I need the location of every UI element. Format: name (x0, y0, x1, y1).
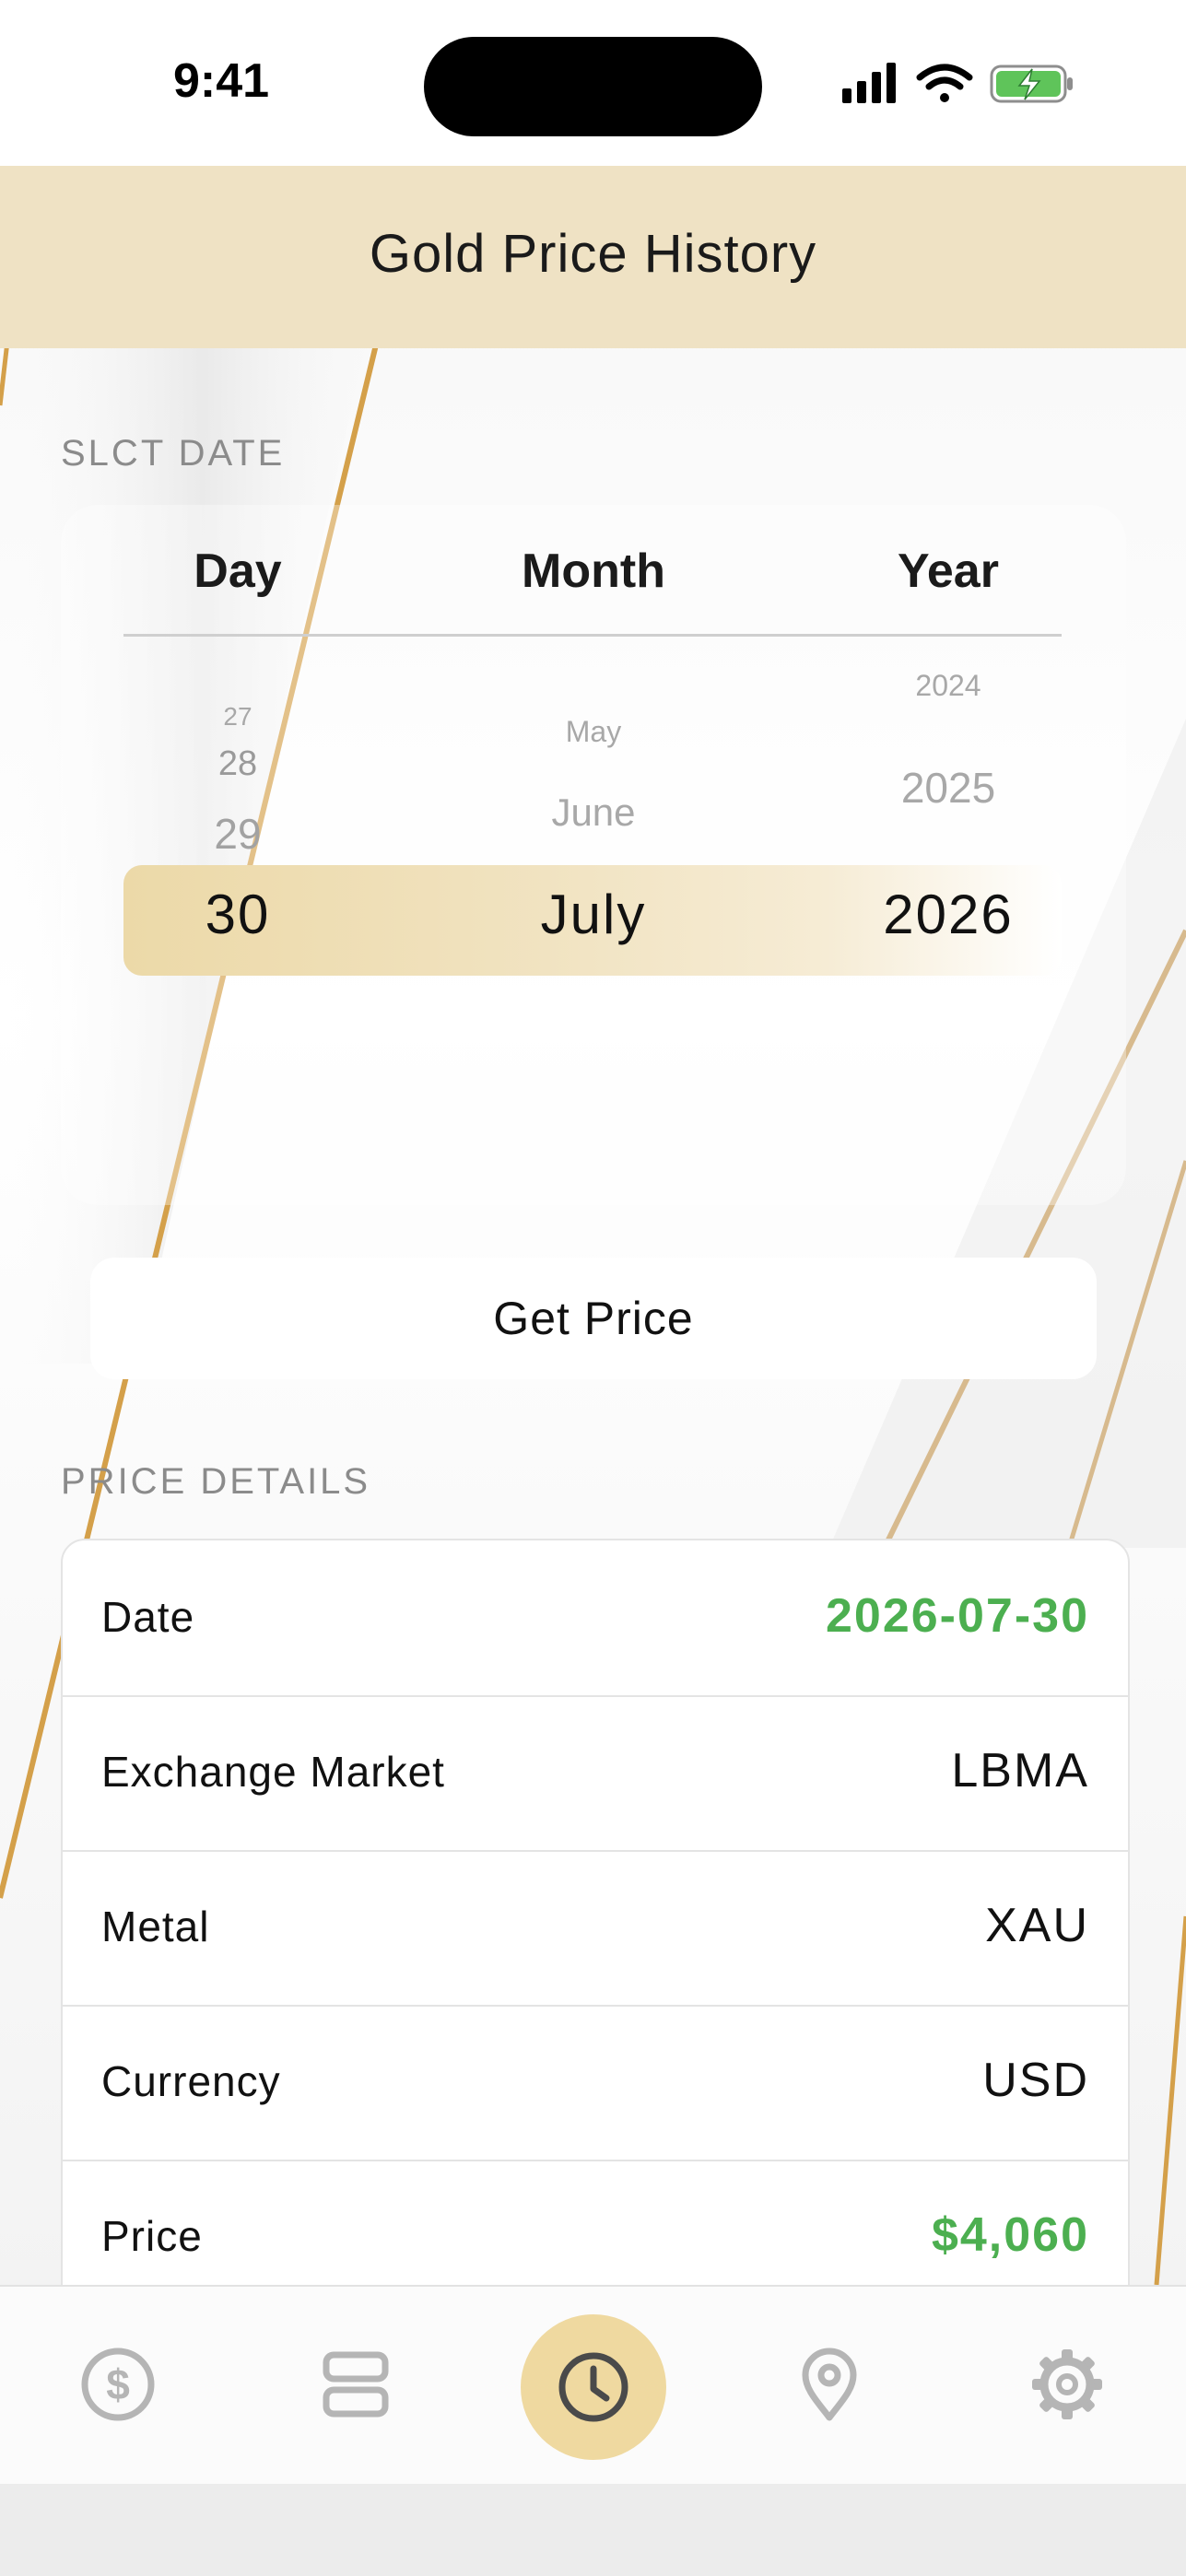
get-price-button[interactable]: Get Price (90, 1258, 1097, 1379)
clock-icon (558, 2352, 628, 2422)
status-icons (839, 55, 1078, 111)
app-screen: 9:41 Gold Price History SLCT DATE Day Mo… (0, 0, 1186, 2576)
detail-row-metal: Metal XAU (63, 1850, 1128, 2007)
price-details-label: PRICE DETAILS (61, 1461, 371, 1502)
location-pin-icon (802, 2348, 857, 2421)
dynamic-island (424, 37, 762, 136)
month-column-header: Month (522, 544, 665, 598)
home-indicator-area (0, 2484, 1186, 2576)
detail-value-currency: USD (982, 2054, 1089, 2107)
tab-history[interactable] (521, 2314, 666, 2460)
detail-value-metal: XAU (985, 1899, 1089, 1952)
selected-day[interactable]: 30 (100, 883, 376, 946)
cellular-signal-icon (842, 63, 896, 103)
tab-bar: $ (0, 2285, 1186, 2486)
detail-value-price: $4,060 (931, 2208, 1089, 2262)
detail-label: Exchange Market (101, 1748, 445, 1796)
detail-row-currency: Currency USD (63, 2005, 1128, 2161)
detail-label: Date (101, 1593, 195, 1641)
price-details-table: Date 2026-07-30 Exchange Market LBMA Met… (61, 1539, 1130, 2289)
stack-icon (323, 2351, 389, 2418)
nav-header: Gold Price History (0, 166, 1186, 348)
tab-prices[interactable]: $ (53, 2320, 182, 2449)
day-option[interactable]: 29 (100, 809, 376, 859)
detail-row-exchange: Exchange Market LBMA (63, 1695, 1128, 1852)
year-column-header: Year (898, 544, 999, 598)
battery-charging-icon (990, 64, 1073, 103)
wifi-icon (916, 64, 973, 102)
year-option[interactable]: 2024 (810, 669, 1086, 703)
tab-list[interactable] (291, 2320, 420, 2449)
picker-divider (123, 634, 1062, 637)
select-date-label: SLCT DATE (61, 433, 286, 474)
day-column-header: Day (194, 544, 282, 598)
detail-label: Price (101, 2212, 203, 2260)
month-option[interactable]: June (455, 790, 732, 835)
detail-label: Currency (101, 2057, 281, 2105)
tab-settings[interactable] (1003, 2320, 1132, 2449)
svg-text:$: $ (106, 2360, 130, 2408)
month-option[interactable]: May (455, 715, 732, 749)
detail-row-date: Date 2026-07-30 (63, 1540, 1128, 1697)
detail-row-price: Price $4,060 (63, 2160, 1128, 2287)
tab-locations[interactable] (765, 2320, 894, 2449)
selected-year[interactable]: 2026 (810, 883, 1086, 946)
dollar-circle-icon: $ (81, 2348, 155, 2421)
detail-label: Metal (101, 1903, 210, 1950)
day-option[interactable]: 27 (100, 702, 376, 732)
year-option[interactable]: 2025 (810, 763, 1086, 813)
gear-icon (1032, 2349, 1102, 2419)
detail-value-date: 2026-07-30 (826, 1589, 1089, 1643)
day-option[interactable]: 28 (100, 744, 376, 784)
page-title: Gold Price History (369, 224, 817, 284)
selected-month[interactable]: July (455, 883, 732, 946)
status-time: 9:41 (172, 54, 270, 108)
detail-value-exchange: LBMA (951, 1744, 1089, 1797)
status-bar: 9:41 (0, 0, 1186, 166)
